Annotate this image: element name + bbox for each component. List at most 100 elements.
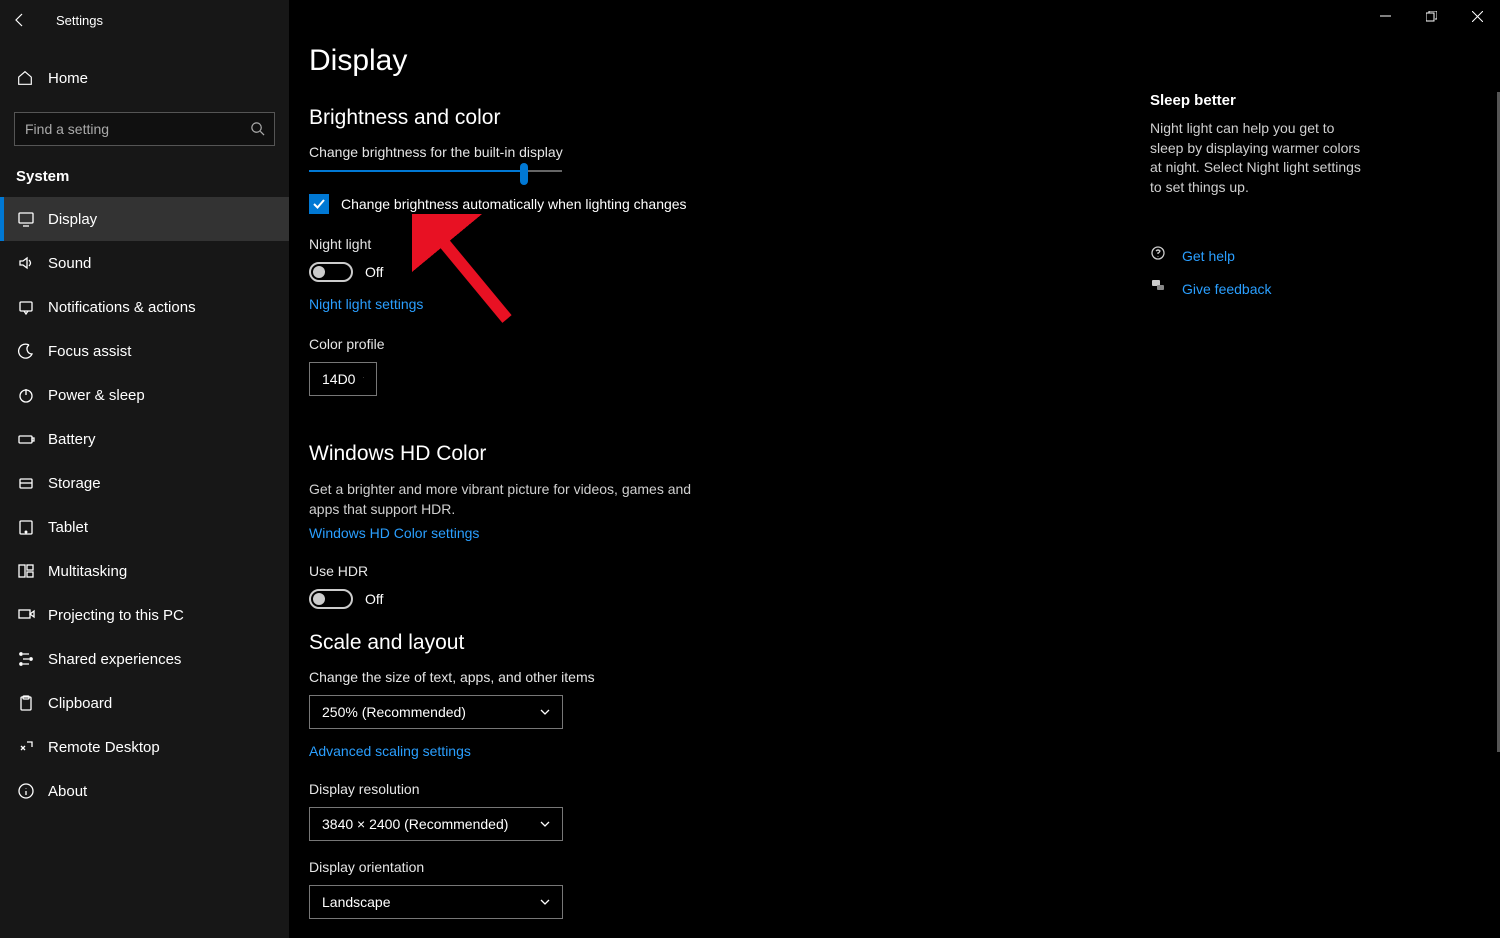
monitor-icon	[16, 210, 36, 228]
hd-color-settings-link[interactable]: Windows HD Color settings	[309, 525, 479, 541]
scale-size-value: 250% (Recommended)	[322, 704, 466, 720]
tablet-icon	[16, 518, 36, 536]
nav-item-focus-assist[interactable]: Focus assist	[0, 329, 289, 373]
orientation-select[interactable]: Landscape	[309, 885, 563, 919]
night-light-state: Off	[365, 264, 383, 280]
minimize-icon	[1380, 11, 1391, 22]
moon-icon	[16, 342, 36, 360]
help-section: Get help Give feedback	[1150, 245, 1370, 299]
help-icon	[1150, 245, 1170, 266]
back-button[interactable]	[0, 0, 40, 40]
close-icon	[1472, 11, 1483, 22]
resolution-label: Display resolution	[309, 781, 1480, 797]
back-arrow-icon	[12, 12, 28, 28]
chevron-down-icon	[540, 709, 550, 715]
share-icon	[16, 650, 36, 668]
app-title: Settings	[56, 13, 103, 28]
nav-item-label: Sound	[48, 255, 91, 272]
resolution-select[interactable]: 3840 × 2400 (Recommended)	[309, 807, 563, 841]
advanced-scaling-link[interactable]: Advanced scaling settings	[309, 743, 471, 759]
category-heading: System	[16, 168, 289, 185]
nav-item-label: Multitasking	[48, 563, 127, 580]
nav-item-label: Clipboard	[48, 695, 112, 712]
nav-item-tablet[interactable]: Tablet	[0, 505, 289, 549]
sound-icon	[16, 254, 36, 272]
hd-color-desc: Get a brighter and more vibrant picture …	[309, 480, 719, 519]
feedback-icon	[1150, 278, 1170, 299]
resolution-value: 3840 × 2400 (Recommended)	[322, 816, 508, 832]
nav-item-display[interactable]: Display	[0, 197, 289, 241]
nav-item-label: About	[48, 783, 87, 800]
battery-icon	[16, 430, 36, 448]
give-feedback-link[interactable]: Give feedback	[1182, 281, 1272, 297]
home-label: Home	[48, 70, 88, 87]
auto-brightness-checkbox[interactable]	[309, 194, 329, 214]
chevron-down-icon	[540, 899, 550, 905]
color-profile-label: Color profile	[309, 336, 1480, 352]
window-controls	[1362, 0, 1500, 32]
hd-color-heading: Windows HD Color	[309, 442, 1480, 466]
nav-item-clipboard[interactable]: Clipboard	[0, 681, 289, 725]
nav-item-about[interactable]: About	[0, 769, 289, 813]
hdr-toggle[interactable]	[309, 589, 353, 609]
scale-size-select[interactable]: 250% (Recommended)	[309, 695, 563, 729]
nav-item-projecting-to-this-pc[interactable]: Projecting to this PC	[0, 593, 289, 637]
brightness-slider[interactable]	[309, 170, 562, 172]
nav-item-remote-desktop[interactable]: Remote Desktop	[0, 725, 289, 769]
orientation-label: Display orientation	[309, 859, 1480, 875]
search-input[interactable]	[14, 112, 275, 146]
night-light-settings-link[interactable]: Night light settings	[309, 296, 423, 312]
nav-item-label: Shared experiences	[48, 651, 181, 668]
nav-item-label: Notifications & actions	[48, 299, 196, 316]
aside-heading: Sleep better	[1150, 92, 1370, 109]
checkmark-icon	[312, 197, 326, 211]
slider-fill	[309, 170, 524, 172]
nav-item-label: Remote Desktop	[48, 739, 160, 756]
get-help-row[interactable]: Get help	[1150, 245, 1370, 266]
scale-heading: Scale and layout	[309, 631, 1480, 655]
night-light-toggle[interactable]	[309, 262, 353, 282]
auto-brightness-label: Change brightness automatically when lig…	[341, 196, 687, 212]
search-icon	[250, 121, 265, 136]
nav-item-multitasking[interactable]: Multitasking	[0, 549, 289, 593]
hdr-toggle-row: Off	[309, 589, 1480, 609]
get-help-link[interactable]: Get help	[1182, 248, 1235, 264]
aside-panel: Sleep better Night light can help you ge…	[1150, 92, 1370, 311]
power-icon	[16, 386, 36, 404]
remote-icon	[16, 738, 36, 756]
nav-item-shared-experiences[interactable]: Shared experiences	[0, 637, 289, 681]
color-profile-value: 14D0	[322, 371, 355, 387]
nav-item-label: Tablet	[48, 519, 88, 536]
nav-item-label: Power & sleep	[48, 387, 145, 404]
nav-item-label: Battery	[48, 431, 96, 448]
about-icon	[16, 782, 36, 800]
minimize-button[interactable]	[1362, 0, 1408, 32]
nav-item-label: Storage	[48, 475, 101, 492]
hdr-label: Use HDR	[309, 563, 1480, 579]
multi-icon	[16, 562, 36, 580]
home-button[interactable]: Home	[0, 58, 289, 98]
maximize-button[interactable]	[1408, 0, 1454, 32]
project-icon	[16, 606, 36, 624]
search-container	[14, 112, 275, 146]
home-icon	[16, 69, 34, 87]
nav-item-label: Focus assist	[48, 343, 131, 360]
slider-thumb[interactable]	[520, 163, 528, 185]
nav-item-notifications-actions[interactable]: Notifications & actions	[0, 285, 289, 329]
titlebar: Settings	[0, 0, 289, 40]
chevron-down-icon	[363, 376, 364, 382]
color-profile-select[interactable]: 14D0	[309, 362, 377, 396]
storage-icon	[16, 474, 36, 492]
close-button[interactable]	[1454, 0, 1500, 32]
aside-desc: Night light can help you get to sleep by…	[1150, 119, 1370, 197]
nav-item-storage[interactable]: Storage	[0, 461, 289, 505]
maximize-icon	[1426, 11, 1437, 22]
notify-icon	[16, 298, 36, 316]
nav-item-sound[interactable]: Sound	[0, 241, 289, 285]
scale-size-label: Change the size of text, apps, and other…	[309, 669, 1480, 685]
give-feedback-row[interactable]: Give feedback	[1150, 278, 1370, 299]
nav-item-battery[interactable]: Battery	[0, 417, 289, 461]
nav-item-power-sleep[interactable]: Power & sleep	[0, 373, 289, 417]
hdr-state: Off	[365, 591, 383, 607]
chevron-down-icon	[540, 821, 550, 827]
